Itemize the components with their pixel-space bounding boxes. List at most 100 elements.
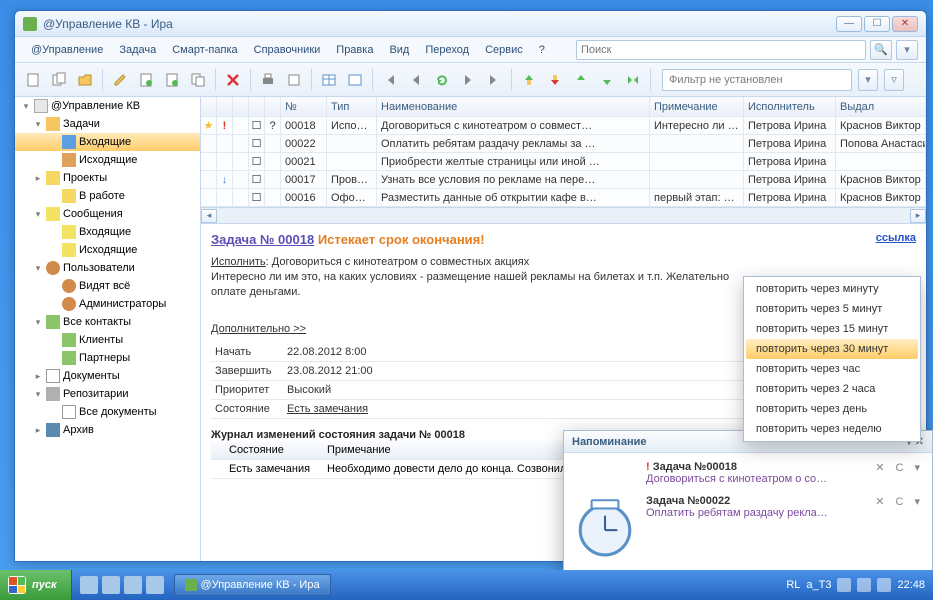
- tree-node[interactable]: Партнеры: [15, 349, 200, 367]
- table-row[interactable]: ↓☐00017Пров…Узнать все условия по реклам…: [201, 171, 926, 189]
- tree-node[interactable]: ▾@Управление КВ: [15, 97, 200, 115]
- table-row[interactable]: ☐00016Офо…Разместить данные об открытии …: [201, 189, 926, 207]
- copy-icon[interactable]: [186, 68, 210, 92]
- tray-lang[interactable]: RL: [786, 579, 800, 591]
- context-menu-item[interactable]: повторить через 30 минут: [746, 339, 918, 359]
- grid-header-cell[interactable]: [201, 97, 217, 116]
- context-menu-item[interactable]: повторить через день: [746, 399, 918, 419]
- close-button[interactable]: ✕: [892, 16, 918, 32]
- tree-node[interactable]: ▾Все контакты: [15, 313, 200, 331]
- last-icon[interactable]: [482, 68, 506, 92]
- sort-icon[interactable]: [621, 68, 645, 92]
- down2-icon[interactable]: [595, 68, 619, 92]
- refresh-icon[interactable]: [430, 68, 454, 92]
- horizontal-scrollbar[interactable]: ◂ ▸: [201, 207, 926, 223]
- tree-twisty-icon[interactable]: ▸: [33, 371, 43, 382]
- grid-header-cell[interactable]: №: [281, 97, 327, 116]
- ql-icon-3[interactable]: [124, 576, 142, 594]
- tree-node[interactable]: Клиенты: [15, 331, 200, 349]
- tree-node[interactable]: ▾Пользователи: [15, 259, 200, 277]
- grid-header-cell[interactable]: Наименование: [377, 97, 650, 116]
- attach-icon[interactable]: [134, 68, 158, 92]
- menu-item[interactable]: Переход: [417, 41, 477, 59]
- context-menu-item[interactable]: повторить через минуту: [746, 279, 918, 299]
- menu-item[interactable]: @Управление: [23, 41, 111, 59]
- prev-icon[interactable]: [404, 68, 428, 92]
- menu-item[interactable]: Сервис: [477, 41, 531, 59]
- tree-twisty-icon[interactable]: ▾: [33, 209, 43, 220]
- grid-header-cell[interactable]: Тип: [327, 97, 377, 116]
- ql-icon-4[interactable]: [146, 576, 164, 594]
- taskbar-app[interactable]: @Управление КВ - Ира: [174, 574, 331, 596]
- context-menu-item[interactable]: повторить через 15 минут: [746, 319, 918, 339]
- table-row[interactable]: ★!☐?00018Испо…Договориться с кинотеатром…: [201, 117, 926, 135]
- ql-icon-2[interactable]: [102, 576, 120, 594]
- notif-item-actions[interactable]: ✕ C ▾: [875, 461, 924, 474]
- tree-node[interactable]: ▸Архив: [15, 421, 200, 439]
- tree-twisty-icon[interactable]: ▸: [33, 173, 43, 184]
- edit-icon[interactable]: [108, 68, 132, 92]
- tree-node[interactable]: В работе: [15, 187, 200, 205]
- tree-twisty-icon[interactable]: ▾: [33, 389, 43, 400]
- up2-icon[interactable]: [569, 68, 593, 92]
- tray-icon-3[interactable]: [877, 578, 891, 592]
- grid-header-cell[interactable]: [233, 97, 249, 116]
- context-menu[interactable]: повторить через минутуповторить через 5 …: [743, 276, 921, 442]
- tree-node[interactable]: Входящие: [15, 223, 200, 241]
- tree-node[interactable]: Исходящие: [15, 241, 200, 259]
- notif-item-link[interactable]: Договориться с кинотеатром о со…: [646, 473, 827, 485]
- tree-node[interactable]: Входящие: [15, 133, 200, 151]
- grid-header-cell[interactable]: Выдал: [836, 97, 926, 116]
- menu-item[interactable]: Вид: [381, 41, 417, 59]
- new-icon[interactable]: [21, 68, 45, 92]
- up-arrow-icon[interactable]: [517, 68, 541, 92]
- table-row[interactable]: ☐00022Оплатить ребятам раздачу рекламы з…: [201, 135, 926, 153]
- down-arrow-icon[interactable]: [543, 68, 567, 92]
- detail-link[interactable]: ссылка: [876, 232, 916, 244]
- scroll-track[interactable]: [217, 209, 910, 223]
- start-button[interactable]: пуск: [0, 570, 72, 600]
- grid-header-cell[interactable]: Исполнитель: [744, 97, 836, 116]
- menu-item[interactable]: ?: [531, 41, 553, 59]
- context-menu-item[interactable]: повторить через час: [746, 359, 918, 379]
- context-menu-item[interactable]: повторить через 5 минут: [746, 299, 918, 319]
- grid-header-cell[interactable]: [249, 97, 265, 116]
- table-icon[interactable]: [317, 68, 341, 92]
- grid-header-cell[interactable]: [217, 97, 233, 116]
- tree-node[interactable]: Исходящие: [15, 151, 200, 169]
- tree-node[interactable]: Администраторы: [15, 295, 200, 313]
- tree-node[interactable]: Все документы: [15, 403, 200, 421]
- add-icon[interactable]: [160, 68, 184, 92]
- notif-item-actions[interactable]: ✕ C ▾: [875, 495, 924, 508]
- open-icon[interactable]: [73, 68, 97, 92]
- tree-node[interactable]: ▸Проекты: [15, 169, 200, 187]
- tree-twisty-icon[interactable]: ▾: [33, 119, 43, 130]
- search-dropdown[interactable]: ▾: [896, 40, 918, 60]
- menu-item[interactable]: Справочники: [246, 41, 329, 59]
- export-icon[interactable]: [282, 68, 306, 92]
- tree-node[interactable]: ▸Документы: [15, 367, 200, 385]
- search-input[interactable]: [581, 44, 861, 56]
- print-icon[interactable]: [256, 68, 280, 92]
- ql-icon-1[interactable]: [80, 576, 98, 594]
- menu-item[interactable]: Смарт-папка: [164, 41, 245, 59]
- filter-clear-icon[interactable]: ▿: [884, 69, 904, 91]
- tree-node[interactable]: ▾Репозитарии: [15, 385, 200, 403]
- delete-icon[interactable]: [221, 68, 245, 92]
- grid-header-cell[interactable]: [265, 97, 281, 116]
- filter-box[interactable]: Фильтр не установлен: [662, 69, 852, 91]
- menu-item[interactable]: Задача: [111, 41, 164, 59]
- list-icon[interactable]: [343, 68, 367, 92]
- next-icon[interactable]: [456, 68, 480, 92]
- tree-twisty-icon[interactable]: ▾: [33, 317, 43, 328]
- scroll-left-icon[interactable]: ◂: [201, 209, 217, 223]
- search-button[interactable]: 🔍: [870, 40, 892, 60]
- tree-twisty-icon[interactable]: ▾: [33, 263, 43, 274]
- tree-twisty-icon[interactable]: ▾: [21, 101, 31, 112]
- maximize-button[interactable]: ☐: [864, 16, 890, 32]
- filter-apply-icon[interactable]: ▾: [858, 69, 878, 91]
- tree-node[interactable]: Видят всё: [15, 277, 200, 295]
- tree-node[interactable]: ▾Сообщения: [15, 205, 200, 223]
- minimize-button[interactable]: —: [836, 16, 862, 32]
- new-group-icon[interactable]: [47, 68, 71, 92]
